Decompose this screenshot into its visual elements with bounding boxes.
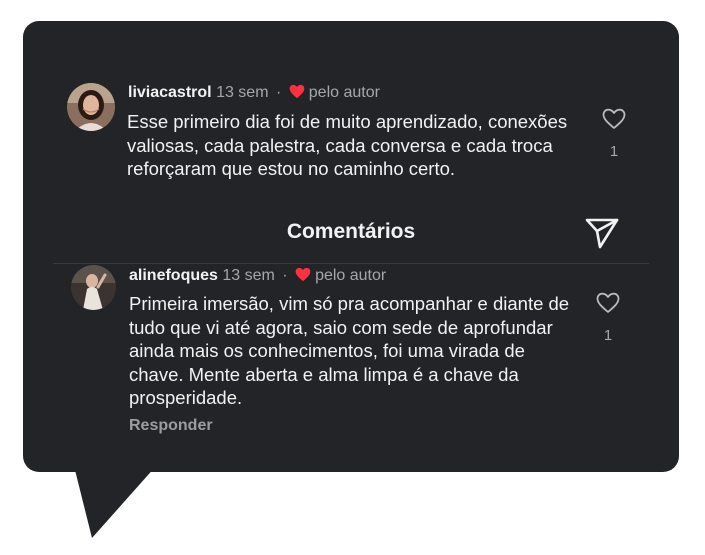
author-like-label: pelo autor: [308, 84, 380, 101]
like-count: 1: [603, 327, 613, 344]
separator-dot: ·: [282, 267, 288, 284]
comment-card-stage: liviacastrol 13 sem · pelo autor Esse pr…: [0, 0, 705, 555]
heart-filled-icon: [289, 84, 305, 104]
timestamp: 13 sem: [216, 84, 269, 101]
header-divider: [53, 263, 649, 264]
like-control[interactable]: 1: [588, 292, 628, 344]
reply-button[interactable]: Responder: [129, 417, 213, 435]
paper-plane-icon[interactable]: [584, 216, 620, 255]
heart-filled-icon: [295, 267, 311, 287]
comment-text: Esse primeiro dia foi de muito aprendiza…: [127, 111, 568, 179]
heart-outline-icon[interactable]: [602, 108, 626, 134]
comment-meta: liviacastrol 13 sem · pelo autor: [128, 84, 380, 104]
like-control[interactable]: 1: [594, 108, 634, 160]
timestamp: 13 sem: [222, 267, 275, 284]
comment-text: Primeira imersão, vim só pra acompanhar …: [129, 293, 570, 408]
author-like-label: pelo autor: [315, 267, 387, 284]
like-count: 1: [609, 143, 619, 160]
heart-outline-icon[interactable]: [596, 292, 620, 318]
comments-panel: liviacastrol 13 sem · pelo autor Esse pr…: [23, 21, 679, 472]
page-title: Comentários: [286, 220, 416, 243]
comment-meta: alinefoques 13 sem · pelo autor: [129, 267, 386, 287]
separator-dot: ·: [275, 84, 282, 101]
avatar[interactable]: [67, 83, 115, 131]
username[interactable]: alinefoques: [129, 267, 218, 284]
avatar[interactable]: [71, 265, 116, 310]
username[interactable]: liviacastrol: [128, 84, 212, 101]
